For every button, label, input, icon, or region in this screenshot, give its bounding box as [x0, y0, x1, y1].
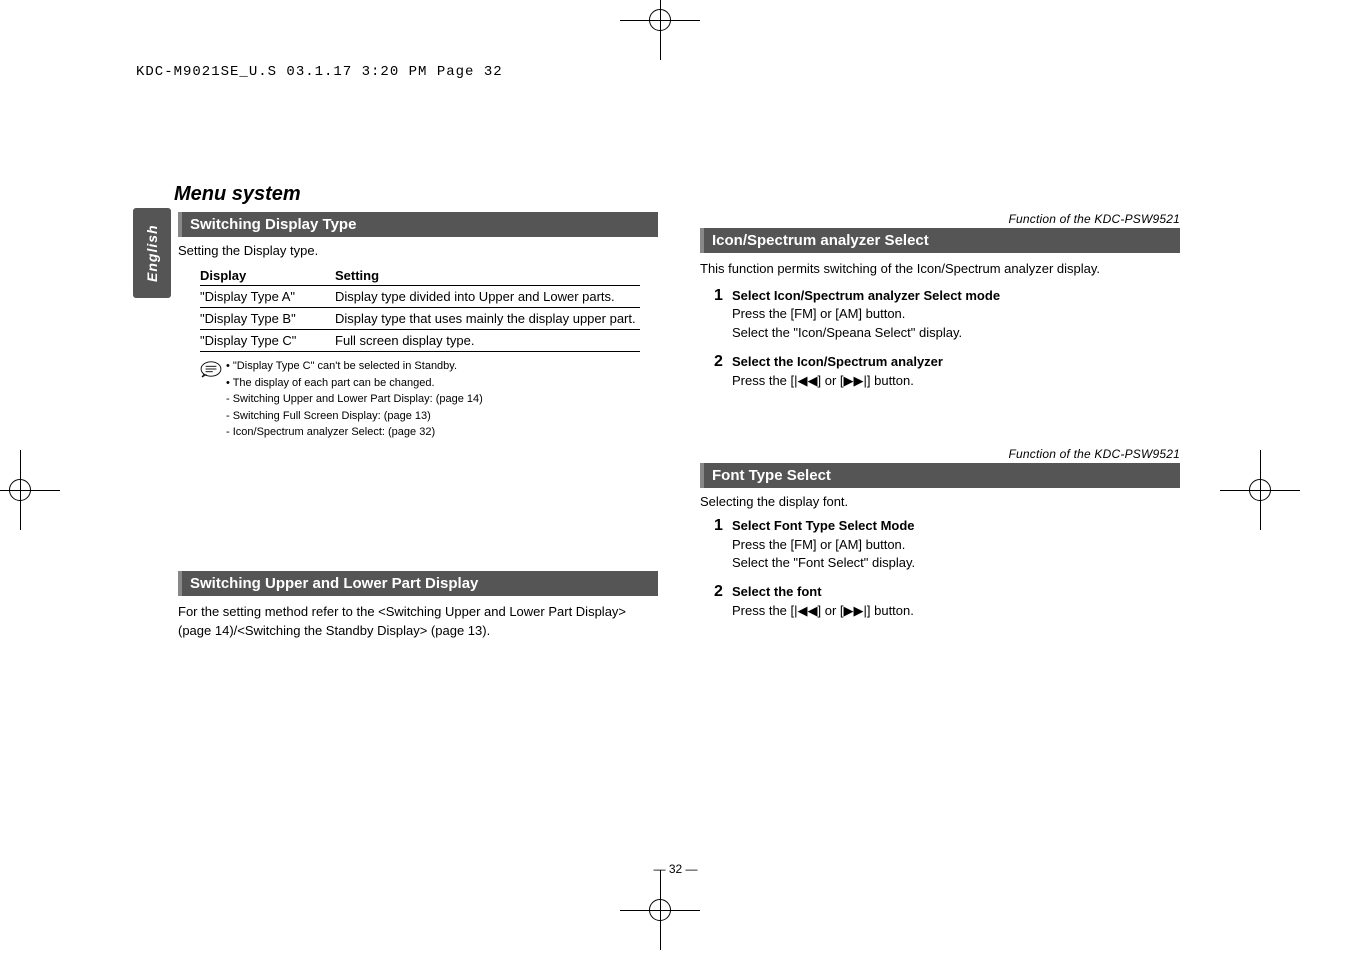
- function-label: Function of the KDC-PSW9521: [700, 212, 1180, 226]
- display-type-table: Display Setting "Display Type A" Display…: [200, 266, 640, 352]
- page-title: Menu system: [174, 183, 301, 206]
- language-tab: English: [133, 208, 171, 298]
- section-intro: Selecting the display font.: [700, 494, 1180, 509]
- section-body: For the setting method refer to the <Swi…: [178, 602, 658, 641]
- note-line: • The display of each part can be change…: [226, 375, 658, 392]
- table-cell: Display type that uses mainly the displa…: [335, 308, 640, 330]
- table-cell: "Display Type B": [200, 308, 335, 330]
- step-title: Select the Icon/Spectrum analyzer: [732, 353, 943, 372]
- table-header-display: Display: [200, 266, 335, 286]
- step-1: 1 Select Icon/Spectrum analyzer Select m…: [714, 287, 1180, 344]
- table-header-setting: Setting: [335, 266, 640, 286]
- page-number: — 32 —: [0, 862, 1351, 876]
- step-1: 1 Select Font Type Select Mode Press the…: [714, 517, 1180, 574]
- step-number: 1: [714, 287, 732, 344]
- table-cell: "Display Type C": [200, 330, 335, 352]
- right-column: Function of the KDC-PSW9521 Icon/Spectru…: [700, 212, 1180, 631]
- step-title: Select Icon/Spectrum analyzer Select mod…: [732, 287, 1000, 306]
- print-header: KDC-M9021SE_U.S 03.1.17 3:20 PM Page 32: [136, 64, 503, 80]
- note-icon: [200, 360, 222, 378]
- table-cell: "Display Type A": [200, 286, 335, 308]
- step-line: Select the "Icon/Speana Select" display.: [732, 324, 1000, 343]
- table-cell: Full screen display type.: [335, 330, 640, 352]
- section-intro: Setting the Display type.: [178, 243, 658, 258]
- section-head-font-type: Font Type Select: [700, 463, 1180, 488]
- left-column: Switching Display Type Setting the Displ…: [178, 212, 658, 649]
- step-2: 2 Select the font Press the [|◀◀] or [▶▶…: [714, 583, 1180, 621]
- cropmark-left: [0, 450, 60, 530]
- cropmark-top: [620, 0, 700, 60]
- section-head-switching-display-type: Switching Display Type: [178, 212, 658, 237]
- section-head-switching-upper-lower: Switching Upper and Lower Part Display: [178, 571, 658, 596]
- step-line: Select the "Font Select" display.: [732, 554, 915, 573]
- step-line: Press the [|◀◀] or [▶▶|] button.: [732, 602, 914, 621]
- step-title: Select Font Type Select Mode: [732, 517, 915, 536]
- note-line: - Icon/Spectrum analyzer Select: (page 3…: [226, 424, 658, 441]
- step-title: Select the font: [732, 583, 914, 602]
- note-line: • "Display Type C" can't be selected in …: [226, 358, 658, 375]
- table-row: "Display Type A" Display type divided in…: [200, 286, 640, 308]
- step-line: Press the [FM] or [AM] button.: [732, 536, 915, 555]
- function-label: Function of the KDC-PSW9521: [700, 447, 1180, 461]
- step-line: Press the [|◀◀] or [▶▶|] button.: [732, 372, 943, 391]
- section-intro: This function permits switching of the I…: [700, 259, 1180, 279]
- note-block: • "Display Type C" can't be selected in …: [200, 358, 658, 441]
- note-line: - Switching Full Screen Display: (page 1…: [226, 408, 658, 425]
- step-number: 1: [714, 517, 732, 574]
- step-2: 2 Select the Icon/Spectrum analyzer Pres…: [714, 353, 1180, 391]
- section-head-icon-spectrum: Icon/Spectrum analyzer Select: [700, 228, 1180, 253]
- cropmark-right: [1220, 450, 1300, 530]
- table-row: "Display Type C" Full screen display typ…: [200, 330, 640, 352]
- note-line: - Switching Upper and Lower Part Display…: [226, 391, 658, 408]
- step-number: 2: [714, 583, 732, 621]
- table-cell: Display type divided into Upper and Lowe…: [335, 286, 640, 308]
- step-number: 2: [714, 353, 732, 391]
- table-row: "Display Type B" Display type that uses …: [200, 308, 640, 330]
- cropmark-bottom: [620, 870, 700, 950]
- step-line: Press the [FM] or [AM] button.: [732, 305, 1000, 324]
